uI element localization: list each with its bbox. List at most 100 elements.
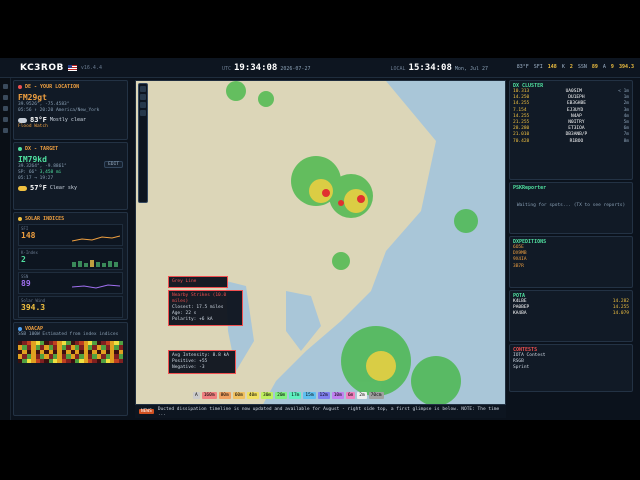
local-date: Mon, Jul 27	[454, 65, 489, 72]
de-alert[interactable]: Flood Watch	[18, 124, 123, 130]
stat-k-label: K	[561, 64, 565, 70]
spot-freq: 70.428	[513, 138, 530, 144]
de-temp: 83°F	[30, 116, 47, 124]
top-bar: KC3ROB v16.4.4 UTC 19:34:08 2026-07-27 L…	[0, 58, 640, 78]
local-label: LOCAL	[390, 65, 406, 72]
us-flag-icon	[67, 64, 77, 71]
de-cond: Mostly clear	[49, 117, 86, 123]
strikes-title: Nearby Strikes (10.0 miles)	[172, 293, 227, 304]
icon-strip	[0, 78, 11, 420]
negative-label: Negative:	[172, 365, 197, 370]
strikes-popup[interactable]: Nearby Strikes (10.0 miles) Closest: 17.…	[168, 290, 243, 326]
dxpedition-row[interactable]: 3B7R	[513, 264, 629, 270]
stat-ssn-label: SSN	[577, 64, 587, 70]
band-chip[interactable]: 17m	[289, 392, 302, 399]
positive-label: Positive:	[172, 359, 197, 364]
stat-sfi-label: SFI	[533, 64, 543, 70]
band-chip[interactable]: 10m	[331, 392, 344, 399]
band-chip[interactable]: 40m	[246, 392, 259, 399]
voacap-heatmap	[18, 341, 123, 363]
spot-list: 10.313 UA0SIM < 1m 14.250 DU1EPH 1m 14.255 EB3G…	[513, 89, 629, 145]
zoom-in-icon[interactable]	[140, 86, 146, 92]
voacap-mode[interactable]: SSB	[18, 332, 26, 337]
pota-panel: POTA K4LBE 14.282 PA0BEP 14.255 KA4BA 14.079	[509, 290, 633, 342]
grey-line-title: Grey Line	[172, 279, 197, 284]
pota-call: KA4BA	[513, 311, 527, 317]
contests-panel: CONTESTS IOTA Contest RSGB Sprint	[509, 344, 633, 392]
dx-temp: 57°F	[30, 184, 47, 192]
pota-row[interactable]: KA4BA 14.079	[513, 311, 629, 317]
band-chip[interactable]: 80m	[218, 392, 231, 399]
stat-a: 9	[610, 64, 614, 70]
psk-panel: PSKReporter Waiting for spots... (TX to …	[509, 182, 633, 234]
sfi-sparkline	[72, 235, 120, 242]
spot-age: 8m	[623, 138, 629, 144]
spot-call: R1BOO	[569, 138, 584, 144]
band-chip[interactable]: 12m	[317, 392, 330, 399]
dxpedition-list: 6O5E DX9MB 9X4IA 3B7R	[513, 245, 629, 270]
pota-list: K4LBE 14.282 PA0BEP 14.255 KA4BA 14.079	[513, 299, 629, 318]
de-panel: DE - YOUR LOCATION FM29gt 39.9526°, -75.…	[13, 80, 128, 140]
menu-icon[interactable]	[2, 84, 8, 89]
de-sun: 05:56 ↑ 20:20	[18, 108, 54, 113]
right-panel: DX CLUSTER 10.313 UA0SIM < 1m 14.250 DU1EPH 1…	[509, 80, 633, 418]
zoom-out-icon[interactable]	[140, 94, 146, 100]
settings-icon[interactable]	[2, 128, 8, 133]
contest-list: IOTA Contest RSGB Sprint	[513, 353, 629, 372]
band-chip[interactable]: 6m	[345, 392, 356, 399]
positive: +55	[199, 359, 208, 364]
wind-value: 394.3	[21, 303, 46, 312]
callsign[interactable]: KC3ROB	[20, 63, 64, 73]
band-chip[interactable]: 160m	[201, 392, 217, 399]
contest-row[interactable]: Sprint	[513, 365, 629, 371]
stat-temp: 83°F	[516, 64, 529, 70]
psk-title: PSKReporter	[513, 185, 547, 191]
radio-icon[interactable]	[2, 117, 8, 122]
dx-title: DX - TARGET	[25, 146, 59, 152]
target-icon	[18, 147, 22, 151]
avg-intensity: 8.8 kA	[212, 353, 229, 358]
band-chip[interactable]: A	[193, 392, 200, 399]
dx-panel: DX - TARGET IM79kd EDIT 39.3264°, -9.886…	[13, 142, 128, 210]
pota-freq: 14.079	[612, 311, 629, 317]
dx-sun: 05:17 → 19:27	[18, 176, 54, 181]
band-chip[interactable]: 70cm	[368, 392, 384, 399]
utc-clock: UTC 19:34:08 2026-07-27	[222, 63, 311, 73]
layers-icon[interactable]	[140, 102, 146, 108]
ticker-tag: NEWS	[139, 409, 154, 414]
band-chip[interactable]: 15m	[303, 392, 316, 399]
news-ticker[interactable]: NEWS Ducted dissipation timeline is now u…	[135, 404, 506, 418]
zoom-control[interactable]	[138, 83, 148, 203]
dx-cond: Clear sky	[49, 185, 77, 191]
avg-intensity-label: Avg Intensity:	[172, 353, 210, 358]
strikes-polarity: Polarity: +6 kA	[172, 317, 213, 322]
solar-panel: SOLAR INDICES SFI 148 K-Index 2 SSN 89 Sola…	[13, 212, 128, 320]
app-window: KC3ROB v16.4.4 UTC 19:34:08 2026-07-27 L…	[0, 58, 640, 420]
stat-k: 2	[569, 64, 573, 70]
stat-a-label: A	[602, 64, 606, 70]
band-chip[interactable]: 60m	[232, 392, 245, 399]
cloud-icon	[18, 117, 27, 123]
stat-wind: 394.3	[618, 64, 634, 70]
k-bars	[72, 260, 118, 267]
band-chip[interactable]: 2m	[357, 392, 367, 399]
voacap-power[interactable]: 100W	[29, 332, 40, 337]
header-stats: 83°F SFI 148 K2 SSN 89 A9 394.3	[517, 64, 634, 70]
band-chip[interactable]: 30m	[260, 392, 274, 399]
location-icon	[18, 85, 22, 89]
local-time: 15:34:08	[408, 62, 452, 73]
grey-line-popup[interactable]: Grey Line	[168, 276, 228, 288]
utc-time: 19:34:08	[234, 62, 278, 73]
chart-icon[interactable]	[2, 106, 8, 111]
intensity-popup: Avg Intensity: 8.8 kA Positive: +55 Nega…	[168, 350, 236, 374]
version: v16.4.4	[80, 64, 102, 71]
dx-edit-button[interactable]: EDIT	[104, 161, 123, 168]
left-panel: DE - YOUR LOCATION FM29gt 39.9526°, -75.…	[13, 80, 128, 418]
map-icon[interactable]	[2, 95, 8, 100]
dx-bearing: SP: 66°	[18, 170, 37, 175]
locate-icon[interactable]	[140, 110, 146, 116]
dx-dist: 3,458 mi	[39, 170, 62, 175]
spot-row[interactable]: 70.428 R1BOO 8m	[513, 139, 629, 145]
band-chip[interactable]: 20m	[275, 392, 288, 399]
antenna-icon	[18, 327, 22, 331]
